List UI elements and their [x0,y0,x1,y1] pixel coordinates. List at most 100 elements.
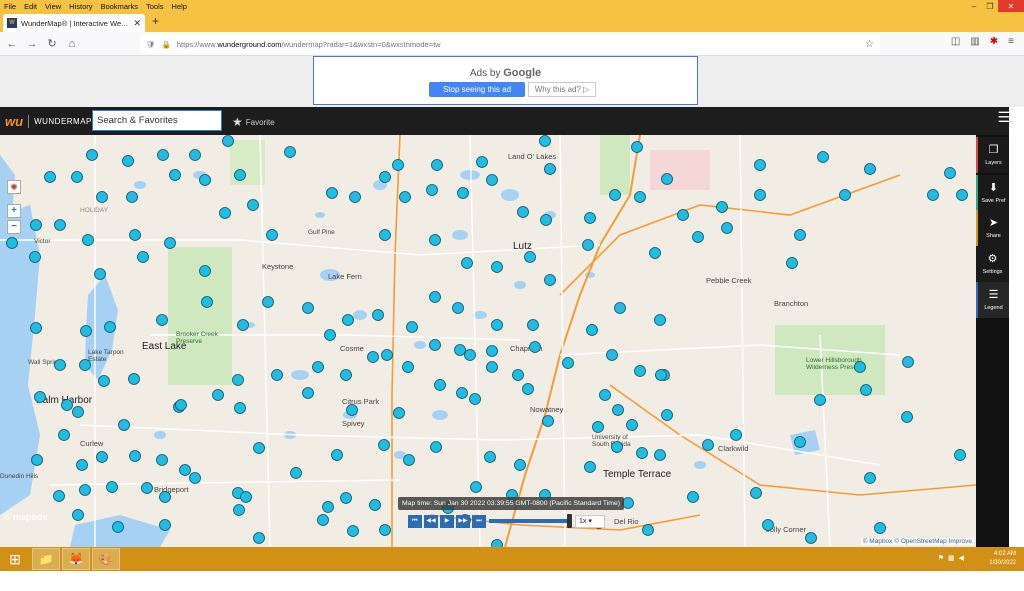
close-window-button[interactable]: ✕ [998,0,1024,12]
weather-station-marker[interactable] [431,159,443,171]
weather-station-marker[interactable] [954,449,966,461]
timeline-prev-button[interactable]: ◀◀ [424,515,438,528]
timeline-first-button[interactable]: ⏮ [408,515,422,528]
menu-file[interactable]: File [4,2,16,11]
weather-station-marker[interactable] [378,439,390,451]
weather-station-marker[interactable] [346,404,358,416]
weather-station-marker[interactable] [456,387,468,399]
timeline-play-button[interactable]: ▶ [440,515,454,528]
tab-wundermap[interactable]: W WunderMap® | Interactive We... ✕ [3,14,145,32]
map-attribution[interactable]: © Mapbox © OpenStreetMap Improve [860,538,974,545]
timeline-last-button[interactable]: ⏭ [472,515,486,528]
weather-station-marker[interactable] [631,141,643,153]
weather-station-marker[interactable] [874,522,886,534]
weather-station-marker[interactable] [611,441,623,453]
weather-station-marker[interactable] [122,155,134,167]
weather-station-marker[interactable] [392,159,404,171]
weather-station-marker[interactable] [118,419,130,431]
weather-station-marker[interactable] [156,454,168,466]
weather-station-marker[interactable] [634,365,646,377]
weather-station-marker[interactable] [786,257,798,269]
weather-station-marker[interactable] [721,222,733,234]
file-explorer-icon[interactable]: 📁 [32,548,60,570]
weather-station-marker[interactable] [271,369,283,381]
weather-station-marker[interactable] [219,207,231,219]
weather-station-marker[interactable] [514,459,526,471]
timeline-next-button[interactable]: ▶▶ [456,515,470,528]
weather-station-marker[interactable] [331,449,343,461]
weather-station-marker[interactable] [399,191,411,203]
weather-station-marker[interactable] [762,519,774,531]
weather-station-marker[interactable] [584,461,596,473]
weather-station-marker[interactable] [381,349,393,361]
weather-station-marker[interactable] [106,481,118,493]
network-icon[interactable]: ▦ [948,554,955,562]
weather-station-marker[interactable] [72,406,84,418]
weather-station-marker[interactable] [71,171,83,183]
weather-station-marker[interactable] [54,359,66,371]
weather-station-marker[interactable] [302,387,314,399]
weather-station-marker[interactable] [156,314,168,326]
sidebar-icon[interactable]: ▥ [970,36,979,47]
weather-station-marker[interactable] [544,163,556,175]
weather-station-marker[interactable] [312,361,324,373]
weather-station-marker[interactable] [464,349,476,361]
reload-icon[interactable]: ↻ [44,36,60,52]
weather-station-marker[interactable] [189,149,201,161]
weather-station-marker[interactable] [854,361,866,373]
weather-station-marker[interactable] [322,501,334,513]
weather-station-marker[interactable] [902,356,914,368]
weather-station-marker[interactable] [586,324,598,336]
paint-icon[interactable]: 🎨 [92,548,120,570]
weather-station-marker[interactable] [402,361,414,373]
firefox-icon[interactable]: 🦊 [62,548,90,570]
restore-button[interactable]: ❐ [982,0,998,12]
weather-station-marker[interactable] [517,206,529,218]
weather-station-marker[interactable] [199,174,211,186]
save-pref-button[interactable]: ⬇ Save Pref [976,175,1009,211]
weather-station-marker[interactable] [626,419,638,431]
weather-station-marker[interactable] [349,191,361,203]
volume-icon[interactable]: ◀ [959,554,964,562]
weather-station-marker[interactable] [642,524,654,536]
weather-station-marker[interactable] [491,319,503,331]
weather-station-marker[interactable] [347,525,359,537]
radar-toggle-icon[interactable]: ✺ [7,180,21,194]
weather-station-marker[interactable] [199,265,211,277]
app-menu-icon[interactable]: ≡ [1008,36,1014,47]
share-button[interactable]: ➤ Share [976,210,1009,246]
home-icon[interactable]: ⌂ [64,36,80,52]
weather-station-marker[interactable] [237,319,249,331]
weather-station-marker[interactable] [562,357,574,369]
weather-station-marker[interactable] [369,499,381,511]
weather-station-marker[interactable] [58,429,70,441]
weather-station-marker[interactable] [175,399,187,411]
weather-station-marker[interactable] [61,399,73,411]
weather-station-marker[interactable] [622,497,634,509]
weather-station-marker[interactable] [406,321,418,333]
weather-station-marker[interactable] [72,509,84,521]
settings-button[interactable]: ⚙ Settings [976,246,1009,282]
weather-station-marker[interactable] [96,451,108,463]
weather-station-marker[interactable] [137,251,149,263]
weather-station-marker[interactable] [94,268,106,280]
weather-station-marker[interactable] [340,492,352,504]
weather-station-marker[interactable] [86,149,98,161]
weather-station-marker[interactable] [189,472,201,484]
favorite-button[interactable]: ★ Favorite [232,115,275,129]
search-input[interactable]: Search & Favorites [92,110,222,131]
weather-station-marker[interactable] [539,135,551,147]
weather-station-marker[interactable] [486,361,498,373]
weather-station-marker[interactable] [817,151,829,163]
menu-history[interactable]: History [69,2,92,11]
weather-station-marker[interactable] [372,309,384,321]
close-tab-icon[interactable]: ✕ [133,18,141,29]
why-this-ad-button[interactable]: Why this ad? ▷ [528,82,596,97]
weather-station-marker[interactable] [454,344,466,356]
weather-station-marker[interactable] [486,345,498,357]
weather-station-marker[interactable] [702,439,714,451]
weather-station-marker[interactable] [169,169,181,181]
weather-station-marker[interactable] [754,159,766,171]
weather-station-marker[interactable] [491,261,503,273]
weather-station-marker[interactable] [141,482,153,494]
